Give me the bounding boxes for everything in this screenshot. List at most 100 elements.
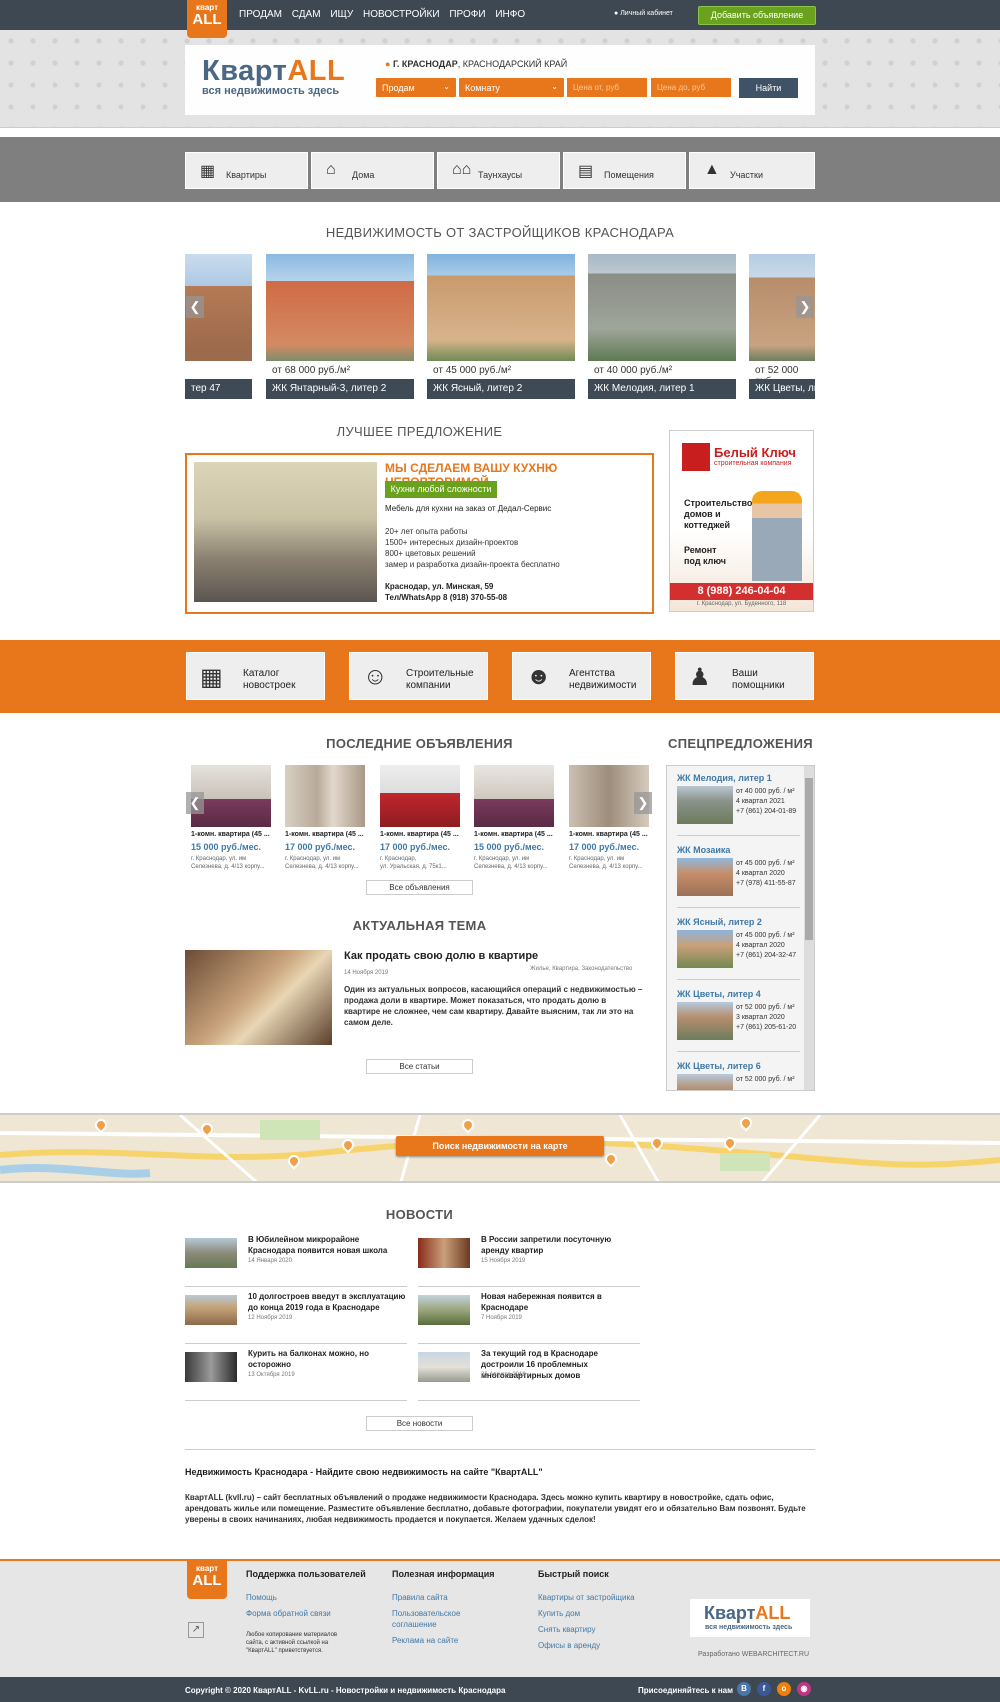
news-item[interactable]: 10 долгостроев введут в эксплуатацию до …	[185, 1291, 407, 1344]
news-item[interactable]: За текущий год в Краснодаре достроили 16…	[418, 1348, 640, 1401]
news-item[interactable]: Курить на балконах можно, но осторожно 1…	[185, 1348, 407, 1401]
seo-text: КвартALL (kvll.ru) – сайт бесплатных объ…	[185, 1493, 806, 1524]
news-title: НОВОСТИ	[385, 1207, 454, 1222]
special-offer-item[interactable]: ЖК Цветы, литер 6 от 52 000 руб. / м²	[677, 1058, 800, 1090]
article-title[interactable]: Как продать свою долю в квартире	[344, 950, 538, 962]
crane-icon: ▦	[200, 664, 223, 691]
special-title: СПЕЦПРЕДЛОЖЕНИЯ	[668, 736, 813, 751]
construction-companies-tile[interactable]: ☺ Строительные компании	[349, 652, 488, 700]
top-bar: кварт ALL ПРОДАМ СДАМ ИЩУ НОВОСТРОЙКИ ПР…	[0, 0, 1000, 38]
helper-icon: ♟	[689, 664, 711, 691]
special-offer-item[interactable]: ЖК Мелодия, литер 1 от 40 000 руб. / м² 4…	[677, 770, 800, 836]
all-ads-button[interactable]: Все объявления	[366, 880, 473, 895]
footer-column-quick-search: Быстрый поиск Квартиры от застройщика Ку…	[538, 1569, 635, 1651]
account-link[interactable]: ● Личный кабинет	[614, 10, 673, 17]
article-image[interactable]	[185, 950, 332, 1045]
category-premises[interactable]: ▤ Помещения	[563, 152, 686, 189]
special-scrollbar-thumb[interactable]	[805, 778, 813, 940]
join-us-label: Присоединяйтесь к нам	[638, 1686, 734, 1695]
listing-card[interactable]: 1-комн. квартира (45 ... 15 000 руб./мес…	[186, 765, 271, 870]
add-listing-button[interactable]: Добавить объявление	[698, 6, 816, 25]
last-ads-title: ПОСЛЕДНИЕ ОБЪЯВЛЕНИЯ	[326, 736, 513, 751]
special-image	[677, 858, 733, 896]
special-offer-item[interactable]: ЖК Ясный, литер 2 от 45 000 руб. / м² 4 к…	[677, 914, 800, 980]
category-townhouses[interactable]: ⌂⌂ Таунхаусы	[437, 152, 560, 189]
news-item[interactable]: В России запретили посуточную аренду ква…	[418, 1234, 640, 1287]
footer-link[interactable]: Купить дом	[538, 1608, 635, 1619]
developer-card[interactable]: от 68 000 руб./м² ЖК Янтарный-3, литер 2	[266, 254, 414, 399]
price-from-input[interactable]: Цена от, руб	[567, 78, 647, 97]
nav-item-info[interactable]: ИНФО	[495, 9, 525, 20]
nav-item-sell[interactable]: ПРОДАМ	[239, 9, 282, 20]
developer-card[interactable]: от 45 000 руб./м² ЖК Ясный, литер 2	[427, 254, 575, 399]
helpers-tile[interactable]: ♟ Ваши помощники	[675, 652, 814, 700]
location-pin-icon: ●	[385, 59, 393, 69]
property-type-select[interactable]: Комнату ⌄	[459, 78, 564, 97]
nav-item-search[interactable]: ИЩУ	[330, 9, 353, 20]
ad-banner[interactable]: Белый Ключ строительная компания Строите…	[669, 430, 814, 612]
best-offer-card[interactable]: МЫ СДЕЛАЕМ ВАШУ КУХНЮ НЕПОВТОРИМОЙ Кухни…	[185, 453, 654, 614]
odnoklassniki-icon[interactable]: o	[777, 1682, 791, 1696]
ads-next-button[interactable]: ❯	[634, 792, 652, 814]
nav-item-newbuilds[interactable]: НОВОСТРОЙКИ	[363, 9, 440, 20]
find-button[interactable]: Найти	[739, 78, 798, 98]
listing-card[interactable]: 1-комн. квартира (45 ... 15 000 руб./мес…	[469, 765, 554, 870]
instagram-icon[interactable]: ◉	[797, 1682, 811, 1696]
listing-card[interactable]: 1-комн. квартира (45 ... 17 000 руб./мес…	[564, 765, 649, 870]
footer-link[interactable]: Офисы в аренду	[538, 1640, 635, 1651]
developer-image	[588, 254, 736, 361]
footer	[0, 1559, 1000, 1677]
news-image	[185, 1352, 237, 1382]
footer-link[interactable]: Форма обратной связи	[246, 1608, 366, 1619]
ads-prev-button[interactable]: ❮	[186, 792, 204, 814]
facebook-icon[interactable]: f	[757, 1682, 771, 1696]
offer-badge[interactable]: Кухни любой сложности	[385, 481, 497, 498]
logo-small[interactable]: кварт ALL	[187, 0, 227, 38]
scroll-up-icon[interactable]: ↗	[188, 1622, 204, 1638]
footer-link[interactable]: Пользовательское соглашение	[392, 1608, 497, 1630]
category-houses[interactable]: ⌂ Дома	[311, 152, 434, 189]
footer-link[interactable]: Правила сайта	[392, 1592, 497, 1603]
nav-item-rent[interactable]: СДАМ	[292, 9, 321, 20]
footer-link[interactable]: Снять квартиру	[538, 1624, 635, 1635]
map-search-button[interactable]: Поиск недвижимости на карте	[396, 1136, 604, 1156]
footer-link[interactable]: Реклама на сайте	[392, 1635, 497, 1646]
price-to-input[interactable]: Цена до, руб	[651, 78, 731, 97]
developer-card[interactable]: от 52 000 руб ЖК Цветы, лит	[749, 254, 815, 399]
category-apartments[interactable]: ▦ Квартиры	[185, 152, 308, 189]
news-image	[418, 1295, 470, 1325]
footer-big-logo[interactable]: КвартALL вся недвижимость здесь	[690, 1599, 810, 1637]
special-offer-item[interactable]: ЖК Мозаика от 45 000 руб. / м² 4 квартал …	[677, 842, 800, 908]
developer-credit[interactable]: Разработано WEBARCHITECT.RU	[698, 1651, 809, 1658]
footer-link[interactable]: Квартиры от застройщика	[538, 1592, 635, 1603]
developer-card[interactable]: тер 47	[185, 254, 252, 399]
catalog-newbuilds-tile[interactable]: ▦ Каталог новостроек	[186, 652, 325, 700]
city-selector[interactable]: ● Г. КРАСНОДАР, КРАСНОДАРСКИЙ КРАЙ	[385, 59, 567, 69]
townhouse-icon: ⌂⌂	[452, 161, 472, 178]
slider-next-button[interactable]: ❯	[796, 296, 814, 318]
all-news-button[interactable]: Все новости	[366, 1416, 473, 1431]
vk-icon[interactable]: B	[737, 1682, 751, 1696]
developer-card[interactable]: от 40 000 руб./м² ЖК Мелодия, литер 1	[588, 254, 736, 399]
site-logo[interactable]: КвартALL вся недвижимость здесь	[202, 55, 345, 97]
office-building-icon: ▤	[578, 163, 594, 180]
all-articles-button[interactable]: Все статьи	[366, 1059, 473, 1074]
developers-title: НЕДВИЖИМОСТЬ ОТ ЗАСТРОЙЩИКОВ КРАСНОДАРА	[325, 225, 675, 240]
footer-logo[interactable]: кварт ALL	[187, 1561, 227, 1599]
listing-card[interactable]: 1-комн. квартира (45 ... 17 000 руб./мес…	[375, 765, 460, 870]
category-land[interactable]: ▲ Участки	[689, 152, 815, 189]
news-item[interactable]: Новая набережная появится в Краснодаре 7…	[418, 1291, 640, 1344]
footer-column-info: Полезная информация Правила сайта Пользо…	[392, 1569, 497, 1651]
listing-card[interactable]: 1-комн. квартира (45 ... 17 000 руб./мес…	[280, 765, 365, 870]
deal-type-select[interactable]: Продам ⌄	[376, 78, 456, 97]
special-offer-item[interactable]: ЖК Цветы, литер 4 от 52 000 руб. / м² 3 к…	[677, 986, 800, 1052]
special-image	[677, 1074, 733, 1090]
footer-link[interactable]: Помощь	[246, 1592, 366, 1603]
special-image	[677, 786, 733, 824]
slider-prev-button[interactable]: ❮	[186, 296, 204, 318]
article-tags: Жилье, Квартира, Законодательство	[530, 966, 633, 972]
nav-item-pro[interactable]: ПРОФИ	[449, 9, 485, 20]
news-item[interactable]: В Юбилейном микрорайоне Краснодара появи…	[185, 1234, 407, 1287]
key-logo-icon	[682, 443, 710, 471]
agencies-tile[interactable]: ☻ Агентства недвижимости	[512, 652, 651, 700]
